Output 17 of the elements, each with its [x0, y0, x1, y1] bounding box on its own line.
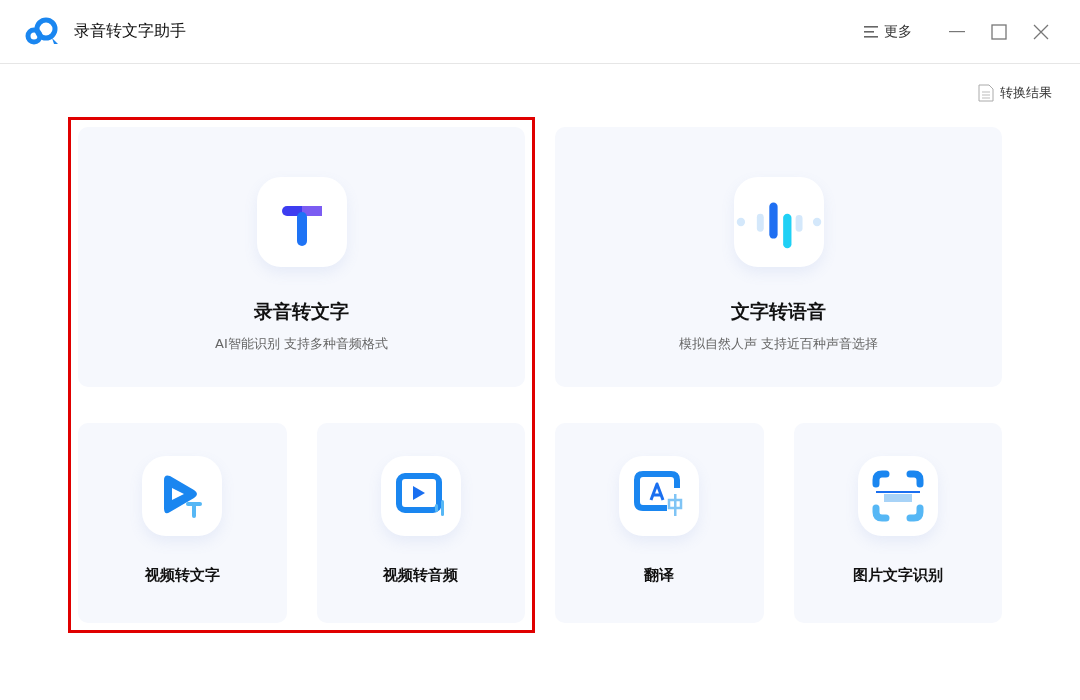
- feature-description: 模拟自然人声 支持近百种声音选择: [678, 335, 879, 353]
- scan-frame-icon: [871, 470, 924, 522]
- tool-card[interactable]: 翻译: [555, 423, 764, 623]
- maximize-icon: [991, 23, 1007, 40]
- conversion-results-link[interactable]: 转换结果: [978, 84, 1052, 102]
- tool-card[interactable]: 视频转音频: [316, 423, 525, 623]
- window-title: 录音转文字助手: [74, 21, 187, 42]
- feature-card[interactable]: 文字转语音 模拟自然人声 支持近百种声音选择: [555, 127, 1002, 387]
- tool-card[interactable]: 图片文字识别: [793, 423, 1002, 623]
- feature-description: AI智能识别 支持多种音频格式: [215, 335, 388, 353]
- document-icon: [978, 84, 994, 102]
- feature-card[interactable]: 录音转文字 AI智能识别 支持多种音频格式: [78, 127, 525, 387]
- tool-card[interactable]: 视频转文字: [78, 423, 287, 623]
- minimize-icon: [949, 30, 965, 33]
- menu-icon: [864, 25, 878, 38]
- close-icon: [1033, 23, 1049, 40]
- more-menu-button[interactable]: 更多: [864, 22, 912, 41]
